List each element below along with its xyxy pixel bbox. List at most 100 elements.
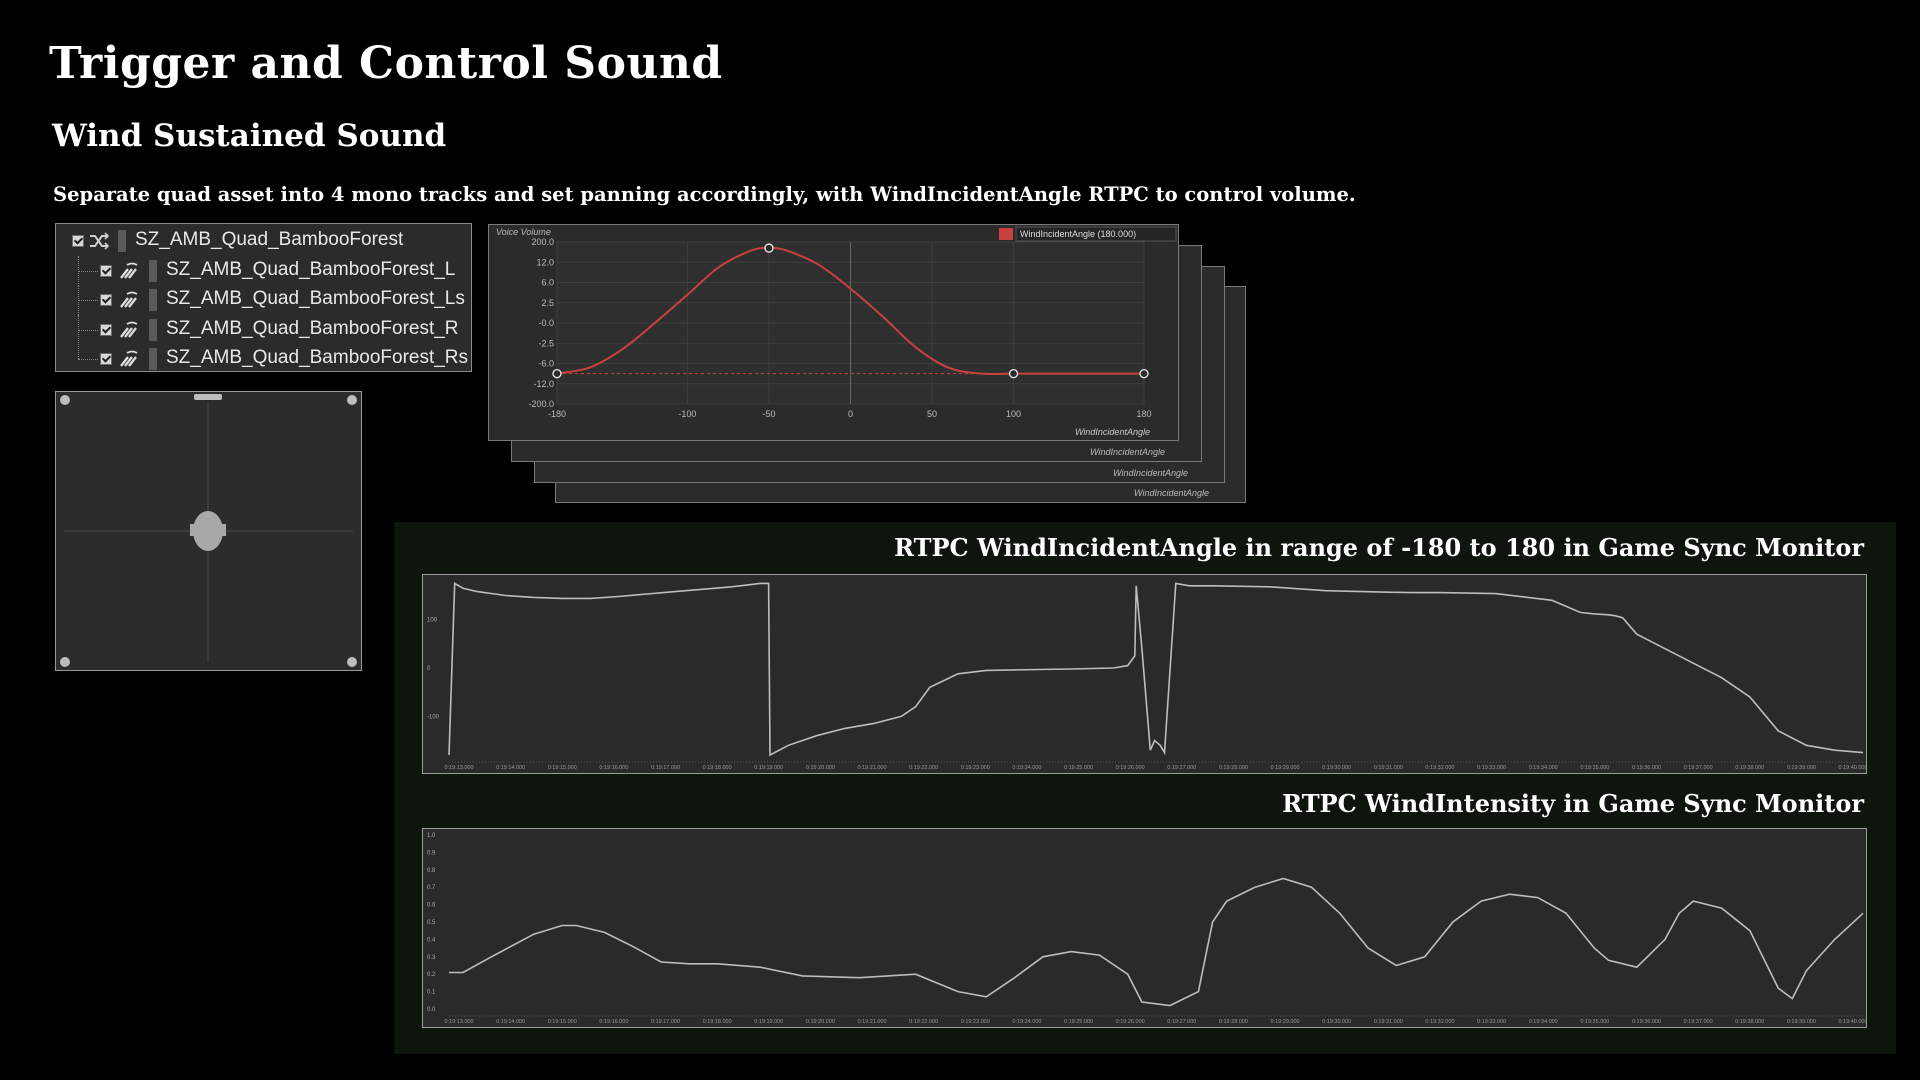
time-tick-label: 0:19:15.000 xyxy=(548,765,577,771)
tree-item-parent[interactable]: SZ_AMB_Quad_BambooForest xyxy=(56,226,471,256)
x-axis-label: WindIncidentAngle xyxy=(1090,447,1165,457)
checkbox[interactable] xyxy=(100,353,112,365)
time-tick-label: 0:19:19.000 xyxy=(754,765,783,771)
sound-sfx-icon xyxy=(120,321,138,338)
time-tick-label: 0:19:38.000 xyxy=(1735,765,1764,771)
sound-sfx-icon xyxy=(120,291,138,308)
time-tick-label: 0:19:36.000 xyxy=(1632,765,1661,771)
x-axis-label: WindIncidentAngle xyxy=(1075,427,1150,437)
x-axis-label: WindIncidentAngle xyxy=(1134,488,1209,498)
time-tick-label: 0:19:29.000 xyxy=(1271,1019,1300,1025)
time-tick-label: 0:19:25.000 xyxy=(1064,1019,1093,1025)
x-tick-label: 50 xyxy=(927,409,937,419)
y-tick-label: -6.0 xyxy=(538,359,554,369)
curve-control-point[interactable] xyxy=(1139,368,1149,379)
time-tick-label: 0:19:24.000 xyxy=(1012,765,1041,771)
time-tick-label: 0:19:35.000 xyxy=(1580,765,1609,771)
intensity-series-line xyxy=(449,877,1864,1007)
time-tick-label: 0:19:26.000 xyxy=(1116,1019,1145,1025)
checkbox[interactable] xyxy=(72,235,84,247)
time-tick-label: 0:19:24.000 xyxy=(1012,1019,1041,1025)
time-tick-label: 0:19:30.000 xyxy=(1322,1019,1351,1025)
y-tick-label: 0.3 xyxy=(427,955,436,961)
time-tick-label: 0:19:14.000 xyxy=(496,765,525,771)
intensity-monitor-title: RTPC WindIntensity in Game Sync Monitor xyxy=(1282,789,1864,818)
time-tick-label: 0:19:39.000 xyxy=(1787,765,1816,771)
color-bar xyxy=(149,318,157,341)
time-tick-label: 0:19:18.000 xyxy=(703,1019,732,1025)
legend-label: WindIncidentAngle (180.000) xyxy=(1020,229,1136,239)
y-tick-label: 2.5 xyxy=(541,298,554,308)
x-tick-label: -180 xyxy=(548,409,566,419)
intensity-monitor-graph[interactable]: 1.0 0.9 0.8 0.7 0.6 0.5 0.4 0.3 0.2 0.1 0.0 0:19:1… xyxy=(422,828,1868,1028)
time-tick-label: 0:19:21.000 xyxy=(858,1019,887,1025)
time-tick-label: 0:19:16.000 xyxy=(599,1019,628,1025)
y-tick-label: 100 xyxy=(427,618,438,624)
checkbox[interactable] xyxy=(100,323,112,336)
rtpc-curve-chart[interactable]: Voice Volume WindIncidentAngle (180.000)… xyxy=(489,225,1178,440)
time-tick-label: 0:19:30.000 xyxy=(1322,765,1351,771)
tree-item-child[interactable]: SZ_AMB_Quad_BambooForest_Rs xyxy=(56,344,471,374)
tree-item-child[interactable]: SZ_AMB_Quad_BambooForest_Ls xyxy=(56,285,471,315)
y-tick-label: 0.8 xyxy=(427,868,436,874)
section-title: Wind Sustained Sound xyxy=(52,118,447,154)
x-tick-label: -50 xyxy=(762,409,775,419)
checkbox[interactable] xyxy=(100,264,112,277)
color-bar xyxy=(118,230,126,252)
tree-item-child[interactable]: SZ_AMB_Quad_BambooForest_L xyxy=(56,255,471,286)
color-bar xyxy=(149,348,157,370)
listener-head-icon[interactable] xyxy=(190,511,226,551)
y-tick-label: 200.0 xyxy=(531,237,554,247)
color-bar xyxy=(149,289,157,311)
rtpc-curve-window[interactable]: Voice Volume WindIncidentAngle (180.000)… xyxy=(488,224,1179,441)
time-tick-label: 0:19:22.000 xyxy=(909,765,938,771)
y-tick-label: -12.0 xyxy=(533,379,554,389)
curve-control-point[interactable] xyxy=(764,243,774,253)
description-text: Separate quad asset into 4 mono tracks a… xyxy=(53,183,1356,206)
sound-sfx-icon xyxy=(120,262,138,279)
y-tick-label: -100 xyxy=(427,714,440,720)
tree-item-child[interactable]: SZ_AMB_Quad_BambooForest_R xyxy=(56,314,471,345)
time-tick-label: 0:19:23.000 xyxy=(961,1019,990,1025)
time-tick-label: 0:19:26.000 xyxy=(1116,765,1145,771)
y-tick-label: 1.0 xyxy=(427,833,436,839)
random-container-icon xyxy=(90,232,110,250)
y-tick-label: 0 xyxy=(427,666,431,672)
time-tick-label: 0:19:37.000 xyxy=(1684,765,1713,771)
angle-series-line xyxy=(448,582,1864,757)
time-tick-label: 0:19:31.000 xyxy=(1374,1019,1403,1025)
time-tick-label: 0:19:32.000 xyxy=(1425,765,1454,771)
time-tick-label: 0:19:16.000 xyxy=(599,765,628,771)
time-tick-label: 0:19:23.000 xyxy=(961,765,990,771)
y-tick-label: 0.2 xyxy=(427,972,436,978)
time-tick-label: 0:19:38.000 xyxy=(1735,1019,1764,1025)
time-tick-label: 0:19:28.000 xyxy=(1219,1019,1248,1025)
y-tick-label: 0.7 xyxy=(427,885,436,891)
x-tick-label: 0 xyxy=(848,409,853,419)
time-tick-label: 0:19:19.000 xyxy=(754,1019,783,1025)
angle-monitor-title: RTPC WindIncidentAngle in range of -180 … xyxy=(894,533,1864,562)
legend-swatch xyxy=(999,228,1013,240)
time-tick-label: 0:19:15.000 xyxy=(548,1019,577,1025)
angle-monitor-graph[interactable]: 100 0 -100 0:19:13.000 0:19:14.000 0:19:15.0… xyxy=(422,574,1868,774)
panner-canvas[interactable] xyxy=(56,392,361,670)
curve-control-point[interactable] xyxy=(1008,368,1019,379)
time-tick-label: 0:19:36.000 xyxy=(1632,1019,1661,1025)
curve-control-point[interactable] xyxy=(552,368,562,379)
y-tick-label: 0.4 xyxy=(427,937,436,943)
time-tick-label: 0:19:35.000 xyxy=(1580,1019,1609,1025)
time-tick-label: 0:19:22.000 xyxy=(909,1019,938,1025)
time-tick-label: 0:19:34.000 xyxy=(1529,1019,1558,1025)
speaker-panner[interactable] xyxy=(55,391,362,671)
y-tick-label: 0.9 xyxy=(427,850,436,856)
legend: WindIncidentAngle (180.000) xyxy=(999,226,1177,242)
intensity-monitor-chart: 1.0 0.9 0.8 0.7 0.6 0.5 0.4 0.3 0.2 0.1 0.0 0:19:1… xyxy=(427,833,1868,1025)
tree-item-label: SZ_AMB_Quad_BambooForest_R xyxy=(166,317,459,339)
time-tick-label: 0:19:28.000 xyxy=(1219,765,1248,771)
time-tick-label: 0:19:33.000 xyxy=(1477,1019,1506,1025)
checkbox[interactable] xyxy=(100,294,112,306)
tree-item-label: SZ_AMB_Quad_BambooForest_L xyxy=(166,258,456,280)
time-tick-label: 0:19:39.000 xyxy=(1787,1019,1816,1025)
y-tick-label: 0.5 xyxy=(427,920,436,926)
time-tick-label: 0:19:40.000 xyxy=(1838,1019,1866,1025)
